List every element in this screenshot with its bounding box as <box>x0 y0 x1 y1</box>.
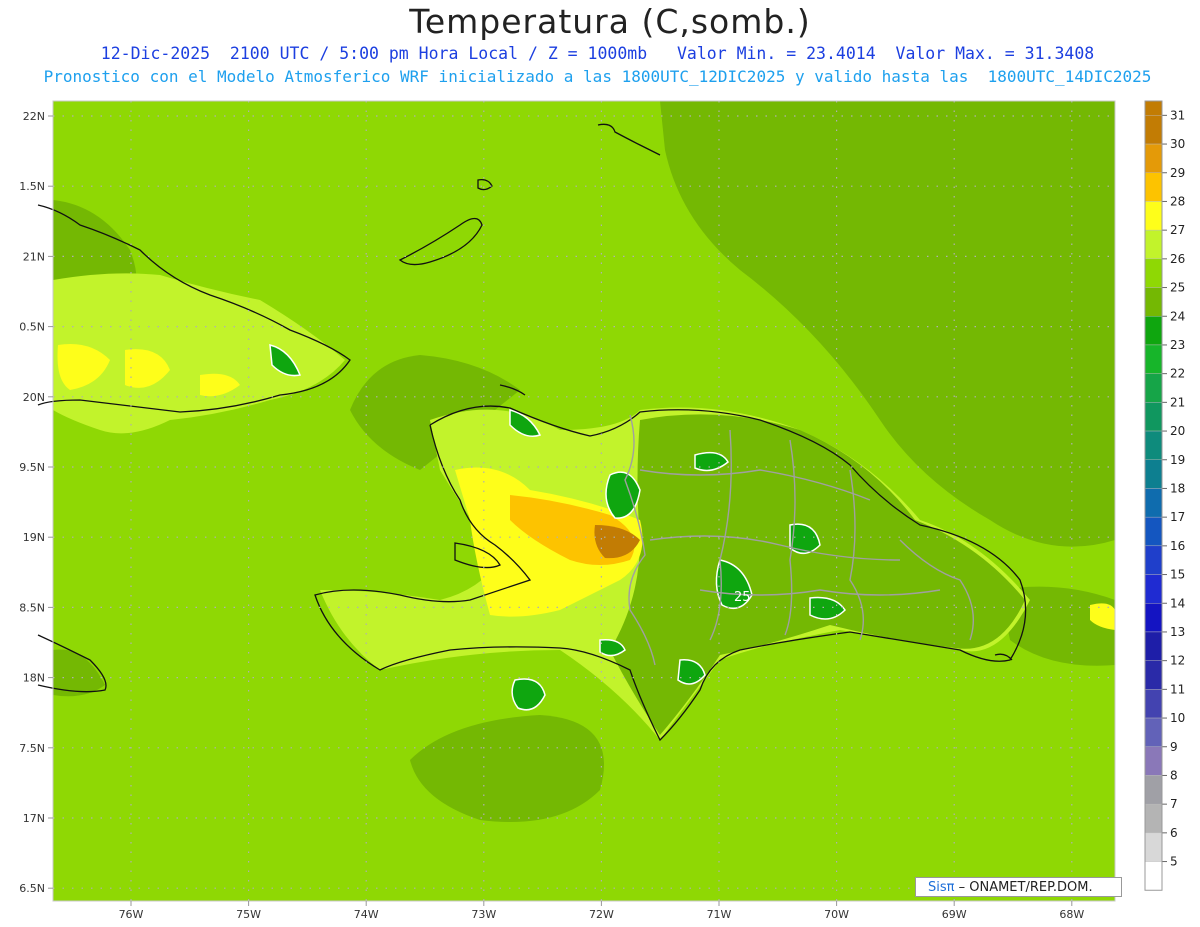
colorbar-swatch <box>1144 832 1163 862</box>
lat-tick-label: 1.5N <box>19 180 45 193</box>
colorbar-swatch <box>1144 172 1163 202</box>
lat-tick-label: 19N <box>23 531 45 544</box>
colorbar-label: 28 <box>1170 194 1185 208</box>
colorbar-swatch <box>1144 115 1163 145</box>
colorbar-swatch <box>1144 746 1163 776</box>
colorbar-swatch <box>1144 287 1163 317</box>
colorbar-swatch <box>1144 258 1163 288</box>
colorbar-label: 19 <box>1170 453 1185 467</box>
colorbar-swatch <box>1144 316 1163 346</box>
colorbar-label: 25 <box>1170 281 1185 295</box>
lat-tick-label: 21N <box>23 250 45 263</box>
colorbar-label: 11 <box>1170 682 1185 696</box>
lon-tick-label: 70W <box>824 908 849 921</box>
credit-brand: Sisπ <box>928 880 955 895</box>
lon-tick-label: 74W <box>354 908 379 921</box>
colorbar-label: 8 <box>1170 768 1178 782</box>
colorbar-label: 15 <box>1170 568 1185 582</box>
lon-tick-label: 69W <box>942 908 967 921</box>
colorbar-swatch <box>1144 516 1163 547</box>
temperature-map: 25 22N 1.5N 21N 0.5N 20N 9.5N 19N 8.5N 18N 7.5N 17… <box>19 100 1185 921</box>
colorbar-swatch <box>1144 201 1163 231</box>
colorbar-label: 14 <box>1170 596 1185 610</box>
colorbar-swatch <box>1144 631 1163 661</box>
colorbar-swatch <box>1144 488 1163 518</box>
lat-tick-label: 8.5N <box>19 601 45 614</box>
lat-tick-label: 0.5N <box>19 321 45 334</box>
colorbar-swatch <box>1144 689 1163 719</box>
colorbar-label: 18 <box>1170 481 1185 495</box>
credit-org: – ONAMET/REP.DOM. <box>958 880 1093 895</box>
lon-tick-label: 71W <box>707 908 732 921</box>
colorbar-label: 27 <box>1170 223 1185 237</box>
colorbar-label: 7 <box>1170 797 1178 811</box>
colorbar-label: 31 <box>1170 108 1185 122</box>
colorbar-label: 5 <box>1170 855 1178 869</box>
colorbar-swatch <box>1144 660 1163 690</box>
lat-tick-label: 9.5N <box>19 461 45 474</box>
latitude-axis: 22N 1.5N 21N 0.5N 20N 9.5N 19N 8.5N 18N 7.5N 17N 6.… <box>19 110 53 895</box>
colorbar-swatch <box>1144 344 1163 374</box>
colorbar-swatch <box>1144 373 1163 403</box>
colorbar-swatch <box>1144 545 1163 575</box>
credit-box: Sisπ – ONAMET/REP.DOM. <box>915 877 1122 897</box>
colorbar-swatch <box>1144 861 1163 891</box>
lon-tick-label: 76W <box>119 908 144 921</box>
colorbar-label: 12 <box>1170 654 1185 668</box>
colorbar: 31 30 29 28 27 26 25 24 23 22 21 20 19 18 17 16 15 14 13 12… <box>1144 100 1185 891</box>
colorbar-label: 17 <box>1170 510 1185 524</box>
lat-tick-label: 7.5N <box>19 742 45 755</box>
colorbar-label: 24 <box>1170 309 1185 323</box>
colorbar-label: 20 <box>1170 424 1185 438</box>
lat-tick-label: 22N <box>23 110 45 123</box>
colorbar-swatch <box>1144 229 1163 260</box>
colorbar-label: 29 <box>1170 166 1185 180</box>
colorbar-swatch <box>1144 143 1163 173</box>
colorbar-swatch <box>1144 430 1163 460</box>
lon-tick-label: 73W <box>471 908 496 921</box>
colorbar-cap <box>1145 101 1162 116</box>
colorbar-swatch <box>1144 717 1163 747</box>
colorbar-swatch <box>1144 775 1163 805</box>
lon-tick-label: 72W <box>589 908 614 921</box>
lon-tick-label: 75W <box>236 908 261 921</box>
contour-label-25: 25 <box>734 590 751 605</box>
lat-tick-label: 6.5N <box>19 882 45 895</box>
colorbar-label: 22 <box>1170 367 1185 381</box>
colorbar-swatch <box>1144 803 1163 834</box>
colorbar-label: 10 <box>1170 711 1185 725</box>
lat-tick-label: 17N <box>23 812 45 825</box>
colorbar-label: 9 <box>1170 740 1178 754</box>
colorbar-swatch <box>1144 402 1163 432</box>
colorbar-label: 30 <box>1170 137 1185 151</box>
colorbar-label: 23 <box>1170 338 1185 352</box>
colorbar-label: 6 <box>1170 826 1178 840</box>
lon-tick-label: 68W <box>1059 908 1084 921</box>
temperature-field <box>53 101 1115 901</box>
colorbar-label: 16 <box>1170 539 1185 553</box>
longitude-axis: 76W 75W 74W 73W 72W 71W 70W 69W 68W <box>119 901 1084 921</box>
colorbar-swatch <box>1144 603 1163 633</box>
lat-tick-label: 18N <box>23 672 45 685</box>
colorbar-label: 26 <box>1170 252 1185 266</box>
lat-tick-label: 20N <box>23 391 45 404</box>
colorbar-swatch <box>1144 459 1163 489</box>
colorbar-label: 13 <box>1170 625 1185 639</box>
colorbar-label: 21 <box>1170 395 1185 409</box>
colorbar-swatch <box>1144 574 1163 604</box>
